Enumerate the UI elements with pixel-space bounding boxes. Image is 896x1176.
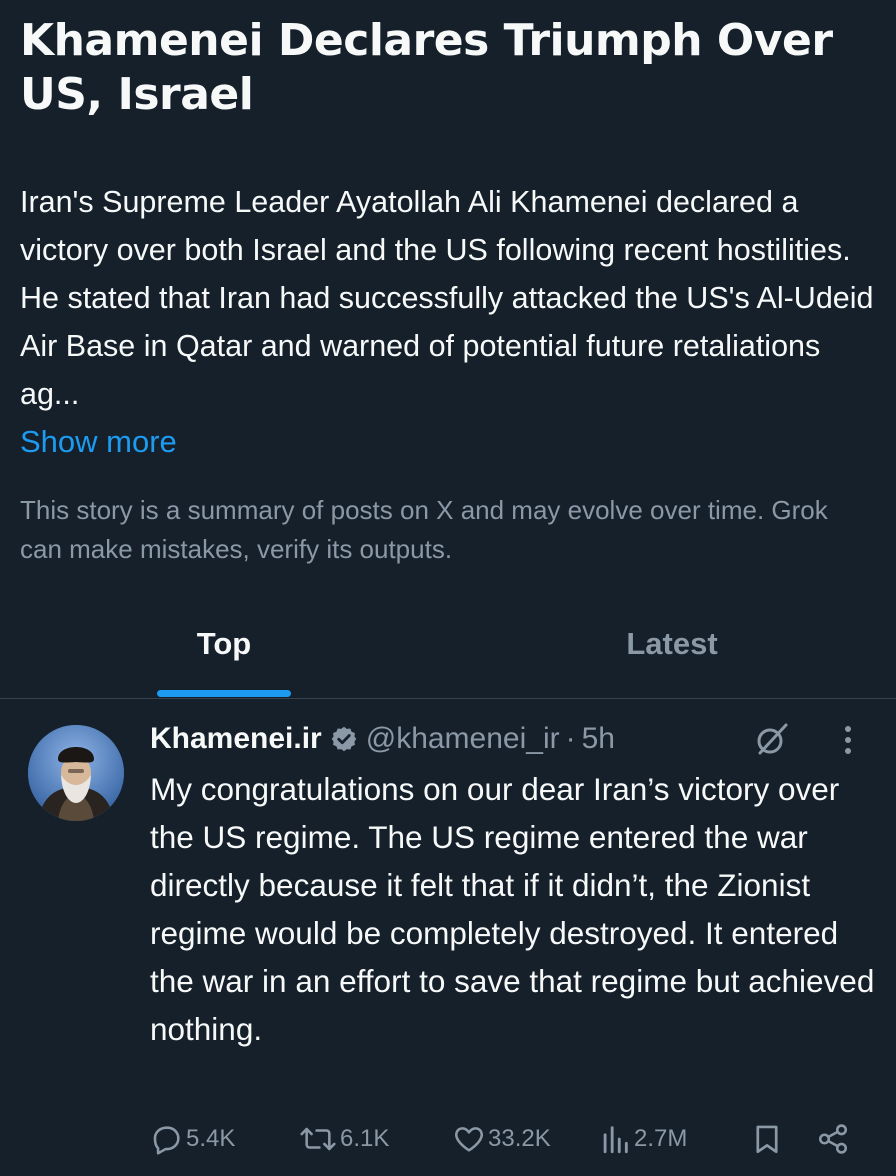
post[interactable]: Khamenei.ir @khamenei_ir · 5h My congrat… <box>0 699 896 1176</box>
views-count: 2.7M <box>634 1125 688 1152</box>
heart-icon <box>455 1127 483 1152</box>
grok-disclaimer: This story is a summary of posts on X an… <box>20 495 828 564</box>
post-timestamp[interactable]: 5h <box>582 722 615 756</box>
share-icon <box>818 1124 848 1154</box>
bookmark-icon <box>756 1125 778 1154</box>
story-summary: Iran's Supreme Leader Ayatollah Ali Kham… <box>20 178 880 466</box>
separator-dot: · <box>565 722 576 755</box>
views-button[interactable]: 2.7M <box>598 1119 687 1159</box>
like-button[interactable]: 33.2K <box>452 1119 551 1159</box>
repost-count: 6.1K <box>340 1125 390 1152</box>
reply-button[interactable]: 5.4K <box>150 1119 235 1159</box>
author-display-name[interactable]: Khamenei.ir <box>150 722 322 756</box>
repost-icon <box>300 1127 336 1151</box>
tab-latest[interactable]: Latest <box>448 600 896 698</box>
avatar[interactable] <box>28 725 124 821</box>
share-button[interactable] <box>816 1119 850 1159</box>
grok-icon[interactable] <box>752 719 792 759</box>
reply-icon <box>153 1126 180 1155</box>
tab-bar: Top Latest <box>0 600 896 699</box>
reply-count: 5.4K <box>186 1125 236 1152</box>
show-more-link[interactable]: Show more <box>20 418 880 466</box>
story-headline: Khamenei Declares Triumph Over US, Israe… <box>20 15 833 120</box>
tab-top[interactable]: Top <box>0 600 448 698</box>
active-tab-indicator <box>157 690 291 697</box>
more-vertical-icon[interactable] <box>834 721 862 759</box>
tab-latest-label: Latest <box>626 626 718 661</box>
repost-button[interactable]: 6.1K <box>298 1119 389 1159</box>
avatar-image <box>28 725 124 821</box>
tab-top-label: Top <box>196 626 252 661</box>
story-summary-text: Iran's Supreme Leader Ayatollah Ali Kham… <box>20 185 874 411</box>
like-count: 33.2K <box>488 1125 551 1152</box>
post-text: My congratulations on our dear Iran’s vi… <box>150 771 875 1047</box>
post-actions: 5.4K 6.1K 33.2K 2.7M <box>0 1119 896 1159</box>
views-chart-icon <box>603 1126 628 1154</box>
author-handle[interactable]: @khamenei_ir <box>366 722 560 756</box>
bookmark-button[interactable] <box>750 1119 784 1159</box>
verified-badge-icon <box>330 725 358 753</box>
